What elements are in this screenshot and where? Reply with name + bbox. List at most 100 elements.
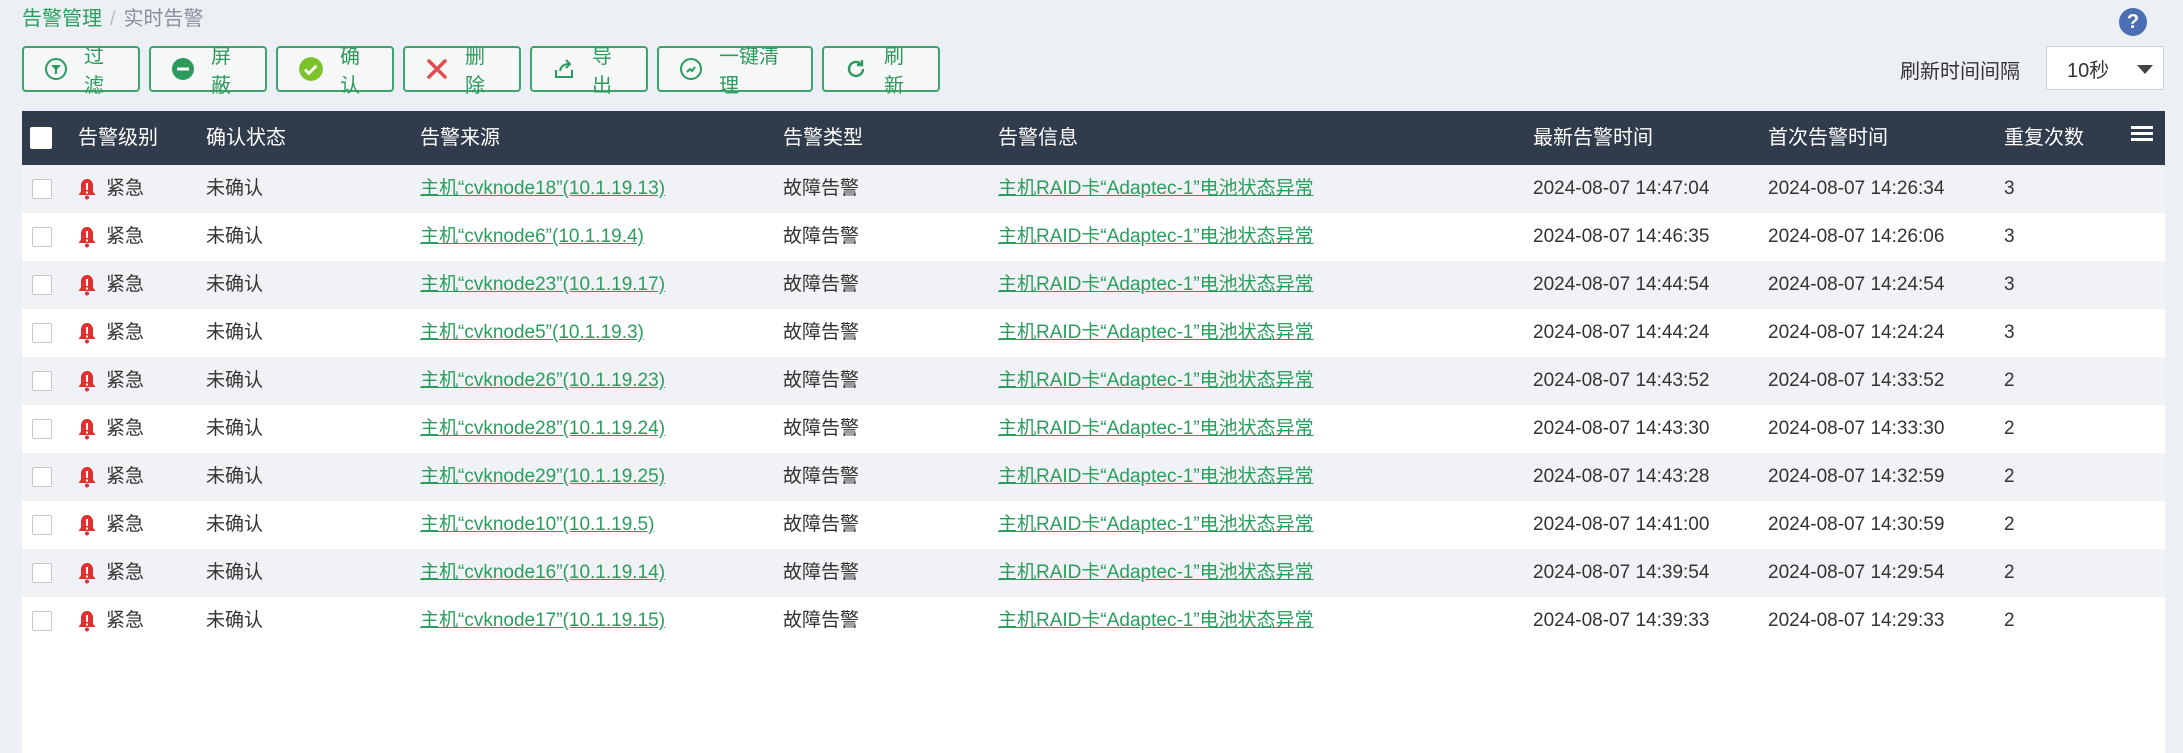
cell-level: 紧急 <box>106 226 145 247</box>
table-body: 紧急 未确认 主机“cvknode18”(10.1.19.13) 故障告警 主机RAID… <box>22 165 2165 645</box>
cell-latest-time: 2024-08-07 14:46:35 <box>1533 226 1710 247</box>
cell-type: 故障告警 <box>783 466 860 487</box>
row-checkbox[interactable] <box>32 179 52 199</box>
row-checkbox[interactable] <box>32 515 52 535</box>
table-row[interactable]: 紧急 未确认 主机“cvknode16”(10.1.19.14) 故障告警 主机RAID… <box>22 549 2165 597</box>
cell-source[interactable]: 主机“cvknode10”(10.1.19.5) <box>420 501 654 549</box>
cell-info[interactable]: 主机RAID卡“Adaptec-1”电池状态异常 <box>998 597 1314 645</box>
table-row[interactable]: 紧急 未确认 主机“cvknode17”(10.1.19.15) 故障告警 主机RAID… <box>22 597 2165 645</box>
cell-type: 故障告警 <box>783 226 860 247</box>
filter-icon <box>44 57 68 81</box>
critical-alarm-icon <box>78 466 96 494</box>
cell-type: 故障告警 <box>783 514 860 535</box>
cell-latest-time: 2024-08-07 14:43:28 <box>1533 466 1710 487</box>
cell-info[interactable]: 主机RAID卡“Adaptec-1”电池状态异常 <box>998 453 1314 501</box>
cell-info[interactable]: 主机RAID卡“Adaptec-1”电池状态异常 <box>998 165 1314 213</box>
refresh-interval-select[interactable]: 10秒 <box>2046 46 2164 90</box>
row-checkbox[interactable] <box>32 371 52 391</box>
cell-type: 故障告警 <box>783 610 860 631</box>
refresh-label: 刷新 <box>884 46 904 97</box>
header-col-latest-time[interactable]: 最新告警时间 <box>1533 111 1653 165</box>
breadcrumb-root[interactable]: 告警管理 <box>22 8 102 30</box>
cell-info[interactable]: 主机RAID卡“Adaptec-1”电池状态异常 <box>998 309 1314 357</box>
cell-repeat-count: 2 <box>2004 370 2015 391</box>
toolbar: 过滤 屏蔽 确认 删除 导出 一键清理 刷新 <box>22 46 940 97</box>
cell-status: 未确认 <box>206 514 264 535</box>
table-row[interactable]: 紧急 未确认 主机“cvknode10”(10.1.19.5) 故障告警 主机RAID卡… <box>22 501 2165 549</box>
header-col-first-time[interactable]: 首次告警时间 <box>1768 111 1888 165</box>
cell-source[interactable]: 主机“cvknode16”(10.1.19.14) <box>420 549 665 597</box>
cell-info[interactable]: 主机RAID卡“Adaptec-1”电池状态异常 <box>998 213 1314 261</box>
row-checkbox[interactable] <box>32 227 52 247</box>
critical-alarm-icon <box>78 322 96 350</box>
cell-source[interactable]: 主机“cvknode5”(10.1.19.3) <box>420 309 644 357</box>
export-button[interactable]: 导出 <box>530 46 648 97</box>
cell-type: 故障告警 <box>783 178 860 199</box>
cell-first-time: 2024-08-07 14:26:06 <box>1768 226 1945 247</box>
cell-source[interactable]: 主机“cvknode26”(10.1.19.23) <box>420 357 665 405</box>
header-col-repeat-count[interactable]: 重复次数 <box>2004 111 2084 165</box>
cell-info[interactable]: 主机RAID卡“Adaptec-1”电池状态异常 <box>998 357 1314 405</box>
critical-alarm-icon <box>78 418 96 446</box>
delete-button[interactable]: 删除 <box>403 46 521 97</box>
table-row[interactable]: 紧急 未确认 主机“cvknode28”(10.1.19.24) 故障告警 主机RAID… <box>22 405 2165 453</box>
cell-info[interactable]: 主机RAID卡“Adaptec-1”电池状态异常 <box>998 501 1314 549</box>
table-row[interactable]: 紧急 未确认 主机“cvknode5”(10.1.19.3) 故障告警 主机RAID卡“… <box>22 309 2165 357</box>
row-checkbox[interactable] <box>32 611 52 631</box>
cell-first-time: 2024-08-07 14:24:54 <box>1768 274 1945 295</box>
row-checkbox[interactable] <box>32 467 52 487</box>
question-circle-icon[interactable]: ? <box>2119 8 2147 36</box>
cell-source[interactable]: 主机“cvknode18”(10.1.19.13) <box>420 165 665 213</box>
cell-first-time: 2024-08-07 14:29:33 <box>1768 610 1945 631</box>
cell-first-time: 2024-08-07 14:32:59 <box>1768 466 1945 487</box>
filter-label: 过滤 <box>84 46 104 97</box>
cell-info[interactable]: 主机RAID卡“Adaptec-1”电池状态异常 <box>998 549 1314 597</box>
header-col-type[interactable]: 告警类型 <box>783 111 863 165</box>
header-col-info[interactable]: 告警信息 <box>998 111 1078 165</box>
filter-button[interactable]: 过滤 <box>22 46 140 97</box>
cell-info[interactable]: 主机RAID卡“Adaptec-1”电池状态异常 <box>998 261 1314 309</box>
breadcrumb-separator: / <box>110 8 116 30</box>
cell-repeat-count: 3 <box>2004 322 2015 343</box>
block-button[interactable]: 屏蔽 <box>149 46 267 97</box>
table-row[interactable]: 紧急 未确认 主机“cvknode18”(10.1.19.13) 故障告警 主机RAID… <box>22 165 2165 213</box>
cell-latest-time: 2024-08-07 14:43:52 <box>1533 370 1710 391</box>
chevron-down-icon <box>2137 65 2153 74</box>
confirm-label: 确认 <box>340 46 360 97</box>
cell-repeat-count: 2 <box>2004 418 2015 439</box>
cell-level: 紧急 <box>106 274 145 295</box>
cell-latest-time: 2024-08-07 14:44:24 <box>1533 322 1710 343</box>
header-col-level[interactable]: 告警级别 <box>78 111 158 165</box>
critical-alarm-icon <box>78 610 96 638</box>
one-click-clean-button[interactable]: 一键清理 <box>657 46 813 97</box>
cell-source[interactable]: 主机“cvknode17”(10.1.19.15) <box>420 597 665 645</box>
table-row[interactable]: 紧急 未确认 主机“cvknode29”(10.1.19.25) 故障告警 主机RAID… <box>22 453 2165 501</box>
refresh-button[interactable]: 刷新 <box>822 46 940 97</box>
row-checkbox[interactable] <box>32 563 52 583</box>
row-checkbox[interactable] <box>32 275 52 295</box>
cell-source[interactable]: 主机“cvknode6”(10.1.19.4) <box>420 213 644 261</box>
alarm-table: 告警级别 确认状态 告警来源 告警类型 告警信息 最新告警时间 首次告警时间 重复次数 紧急未… <box>22 111 2165 753</box>
row-checkbox[interactable] <box>32 419 52 439</box>
header-col-status[interactable]: 确认状态 <box>206 111 286 165</box>
cell-status: 未确认 <box>206 322 264 343</box>
table-row[interactable]: 紧急 未确认 主机“cvknode23”(10.1.19.17) 故障告警 主机RAID… <box>22 261 2165 309</box>
cell-info[interactable]: 主机RAID卡“Adaptec-1”电池状态异常 <box>998 405 1314 453</box>
cell-source[interactable]: 主机“cvknode28”(10.1.19.24) <box>420 405 665 453</box>
cell-source[interactable]: 主机“cvknode23”(10.1.19.17) <box>420 261 665 309</box>
cell-status: 未确认 <box>206 466 264 487</box>
column-menu-icon[interactable] <box>2131 123 2153 144</box>
critical-alarm-icon <box>78 226 96 254</box>
cell-level: 紧急 <box>106 370 145 391</box>
refresh-icon <box>844 57 868 81</box>
cell-source[interactable]: 主机“cvknode29”(10.1.19.25) <box>420 453 665 501</box>
table-row[interactable]: 紧急 未确认 主机“cvknode6”(10.1.19.4) 故障告警 主机RAID卡“… <box>22 213 2165 261</box>
row-checkbox[interactable] <box>32 323 52 343</box>
confirm-button[interactable]: 确认 <box>276 46 394 97</box>
critical-alarm-icon <box>78 562 96 590</box>
breadcrumb-current: 实时告警 <box>123 8 204 30</box>
header-col-source[interactable]: 告警来源 <box>420 111 500 165</box>
select-all-checkbox[interactable] <box>30 127 52 149</box>
table-row[interactable]: 紧急 未确认 主机“cvknode26”(10.1.19.23) 故障告警 主机RAID… <box>22 357 2165 405</box>
cell-repeat-count: 3 <box>2004 178 2015 199</box>
